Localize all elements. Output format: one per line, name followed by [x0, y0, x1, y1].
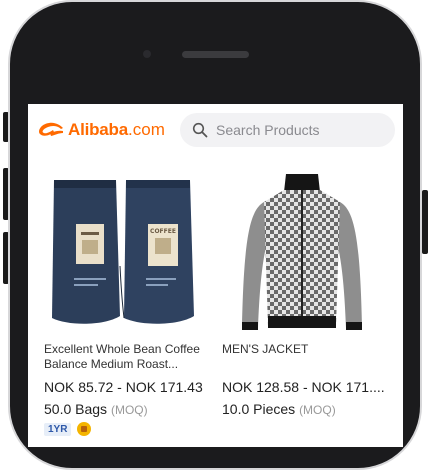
- moq-value: 10.0 Pieces: [222, 401, 296, 417]
- product-image-coffee-bags[interactable]: COFFEE: [44, 166, 204, 338]
- coffee-bag-label: COFFEE: [150, 228, 176, 235]
- product-title[interactable]: MEN'S JACKET: [222, 342, 392, 357]
- moq-label: (MOQ): [299, 403, 336, 417]
- alibaba-logo-icon: [39, 122, 63, 136]
- moq-value: 50.0 Bags: [44, 401, 108, 417]
- moq-label: (MOQ): [110, 403, 148, 417]
- side-button: [422, 190, 428, 254]
- supplier-years-badge: 1YR: [44, 422, 72, 436]
- product-moq: 10.0 Pieces (MOQ): [222, 401, 336, 417]
- logo-suffix: .com: [128, 120, 165, 139]
- app-header: Alibaba .com Search Products: [28, 104, 403, 156]
- search-placeholder: Search Products: [216, 122, 320, 138]
- search-bar[interactable]: Search Products: [180, 113, 395, 147]
- search-icon: [192, 122, 208, 138]
- alibaba-logo[interactable]: Alibaba .com: [36, 118, 165, 142]
- gold-supplier-icon: [77, 422, 92, 436]
- product-price: NOK 128.58 - NOK 171....: [222, 379, 385, 395]
- app-screen: Alibaba .com Search Products COFFEE Exce…: [28, 104, 403, 447]
- supplier-badges: 1YR: [44, 422, 92, 436]
- logo-text: Alibaba: [68, 120, 129, 139]
- product-image-jacket[interactable]: [222, 166, 382, 338]
- camera: [143, 50, 151, 58]
- product-price: NOK 85.72 - NOK 171.43: [44, 379, 203, 395]
- product-card-coffee[interactable]: COFFEE Excellent Whole Bean Coffee Balan…: [44, 156, 224, 447]
- product-card-jacket[interactable]: MEN'S JACKET NOK 128.58 - NOK 171.... 10…: [222, 156, 402, 447]
- phone-frame: Alibaba .com Search Products COFFEE Exce…: [0, 0, 431, 470]
- product-title[interactable]: Excellent Whole Bean Coffee Balance Medi…: [44, 342, 214, 372]
- speaker: [182, 51, 249, 58]
- product-moq: 50.0 Bags (MOQ): [44, 401, 148, 417]
